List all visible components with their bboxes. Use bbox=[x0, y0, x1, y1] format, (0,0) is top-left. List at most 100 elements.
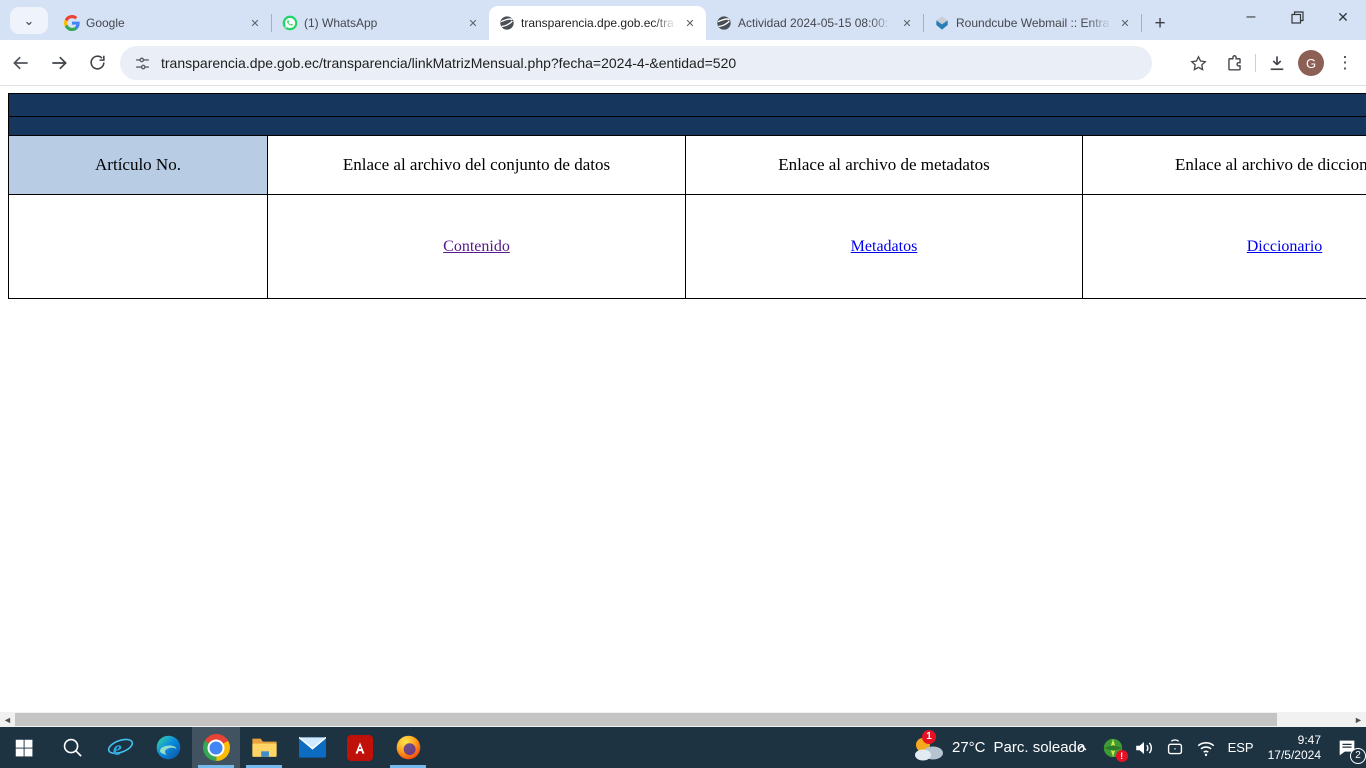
site-info-icon bbox=[134, 55, 151, 72]
tab-whatsapp[interactable]: (1) WhatsApp ✕ bbox=[272, 6, 489, 40]
browser-tab-strip: ⌄ Google ✕ (1) Whats bbox=[0, 0, 1366, 40]
forward-button[interactable] bbox=[42, 46, 76, 80]
new-tab-button[interactable]: + bbox=[1146, 10, 1174, 38]
cell-metadatos: Metadatos bbox=[686, 195, 1083, 299]
taskbar-weather[interactable]: 1 27°C Parc. soleado bbox=[912, 727, 1085, 768]
address-bar[interactable]: transparencia.dpe.gob.ec/transparencia/l… bbox=[120, 46, 1152, 80]
weather-icon: 1 bbox=[912, 733, 944, 763]
close-window-button[interactable]: ✕ bbox=[1320, 0, 1366, 34]
profile-avatar[interactable]: G bbox=[1298, 50, 1324, 76]
tray-expand-button[interactable] bbox=[1070, 736, 1094, 760]
header-diccionario: Enlace al archivo de diccionario bbox=[1083, 136, 1366, 195]
tab-close-icon[interactable]: ✕ bbox=[682, 15, 698, 31]
edge-icon bbox=[155, 734, 182, 761]
wifi-icon bbox=[1195, 737, 1217, 759]
volume-button[interactable] bbox=[1132, 736, 1156, 760]
tab-title: Roundcube Webmail :: Entra bbox=[956, 16, 1111, 30]
weather-alert-badge: 1 bbox=[922, 730, 936, 744]
tab-search-button[interactable]: ⌄ bbox=[10, 7, 48, 34]
action-center-button[interactable]: 2 bbox=[1332, 734, 1362, 762]
tab-title: Actividad 2024-05-15 08:00: bbox=[738, 16, 893, 30]
tab-actividad[interactable]: Actividad 2024-05-15 08:00: ✕ bbox=[706, 6, 923, 40]
taskbar-search-button[interactable] bbox=[48, 727, 96, 768]
scroll-left-arrow[interactable]: ◄ bbox=[0, 712, 15, 727]
chrome-button[interactable] bbox=[192, 727, 240, 768]
puzzle-icon bbox=[1225, 54, 1244, 73]
download-icon bbox=[1267, 53, 1287, 73]
table-title-bar-bottom bbox=[9, 117, 1366, 136]
scroll-right-arrow[interactable]: ► bbox=[1351, 712, 1366, 727]
internet-explorer-button[interactable]: e bbox=[96, 727, 144, 768]
google-favicon bbox=[64, 15, 80, 31]
header-metadatos: Enlace al archivo de metadatos bbox=[686, 136, 1083, 195]
bookmark-star-button[interactable] bbox=[1183, 48, 1213, 78]
toolbar-actions: G ⋮ bbox=[1183, 46, 1360, 80]
wifi-button[interactable] bbox=[1194, 736, 1218, 760]
horizontal-scrollbar[interactable]: ◄ ► bbox=[0, 712, 1366, 727]
clock-date: 17/5/2024 bbox=[1268, 748, 1321, 763]
reload-icon bbox=[88, 53, 107, 72]
tab-title: (1) WhatsApp bbox=[304, 16, 459, 30]
display-icon bbox=[1164, 737, 1186, 759]
whatsapp-favicon bbox=[282, 15, 298, 31]
tab-separator bbox=[1141, 14, 1142, 32]
svg-text:e: e bbox=[112, 738, 121, 760]
language-indicator[interactable]: ESP bbox=[1225, 740, 1257, 755]
transparency-table: Artículo No. Enlace al archivo del conju… bbox=[8, 93, 1366, 299]
tab-roundcube[interactable]: Roundcube Webmail :: Entra ✕ bbox=[924, 6, 1141, 40]
firefox-icon bbox=[395, 734, 422, 761]
tab-title: Google bbox=[86, 16, 241, 30]
chevron-down-icon: ⌄ bbox=[24, 13, 35, 29]
minimize-button[interactable]: – bbox=[1228, 0, 1274, 34]
acrobat-button[interactable] bbox=[336, 727, 384, 768]
system-tray: ! ESP 9:47 17/5/2024 2 bbox=[1070, 727, 1362, 768]
browser-menu-button[interactable]: ⋮ bbox=[1330, 48, 1360, 78]
downloads-button[interactable] bbox=[1262, 48, 1292, 78]
forward-icon bbox=[49, 53, 69, 73]
metadatos-link[interactable]: Metadatos bbox=[851, 238, 918, 255]
firefox-button[interactable] bbox=[384, 727, 432, 768]
tab-close-icon[interactable]: ✕ bbox=[1117, 15, 1133, 31]
scrollbar-thumb[interactable] bbox=[15, 713, 1277, 726]
file-explorer-icon bbox=[251, 737, 278, 759]
back-icon bbox=[11, 53, 31, 73]
table-title-bar-top bbox=[9, 94, 1366, 117]
globe-favicon bbox=[499, 15, 515, 31]
contenido-link[interactable]: Contenido bbox=[443, 238, 510, 255]
extensions-button[interactable] bbox=[1219, 48, 1249, 78]
toolbar-separator bbox=[1255, 54, 1256, 72]
restore-icon bbox=[1291, 11, 1304, 24]
chevron-up-icon bbox=[1074, 740, 1090, 756]
roundcube-favicon bbox=[934, 15, 950, 31]
desktop-screen: ⌄ Google ✕ (1) Whats bbox=[0, 0, 1366, 768]
browser-toolbar: transparencia.dpe.gob.ec/transparencia/l… bbox=[0, 40, 1366, 86]
clock-time: 9:47 bbox=[1268, 733, 1321, 748]
start-button[interactable] bbox=[0, 727, 48, 768]
windows-logo-icon bbox=[13, 737, 35, 759]
cell-contenido: Contenido bbox=[268, 195, 686, 299]
taskbar-clock[interactable]: 9:47 17/5/2024 bbox=[1264, 733, 1325, 763]
tab-transparencia-active[interactable]: transparencia.dpe.gob.ec/tra ✕ bbox=[489, 6, 706, 40]
header-articulo: Artículo No. bbox=[9, 136, 268, 195]
tab-google[interactable]: Google ✕ bbox=[54, 6, 271, 40]
header-conjunto-datos: Enlace al archivo del conjunto de datos bbox=[268, 136, 686, 195]
reload-button[interactable] bbox=[80, 46, 114, 80]
tab-close-icon[interactable]: ✕ bbox=[899, 15, 915, 31]
notification-count-badge: 2 bbox=[1350, 748, 1366, 764]
diccionario-link[interactable]: Diccionario bbox=[1247, 238, 1323, 255]
edge-button[interactable] bbox=[144, 727, 192, 768]
chrome-icon bbox=[203, 734, 230, 761]
cell-articulo bbox=[9, 195, 268, 299]
mail-button[interactable] bbox=[288, 727, 336, 768]
tab-close-icon[interactable]: ✕ bbox=[465, 15, 481, 31]
speaker-icon bbox=[1133, 737, 1155, 759]
display-rotation-button[interactable] bbox=[1163, 736, 1187, 760]
restore-button[interactable] bbox=[1274, 0, 1320, 34]
acrobat-reader-icon bbox=[347, 735, 373, 761]
mail-icon bbox=[299, 737, 326, 758]
back-button[interactable] bbox=[4, 46, 38, 80]
antivirus-tray-button[interactable]: ! bbox=[1101, 736, 1125, 760]
tab-close-icon[interactable]: ✕ bbox=[247, 15, 263, 31]
windows-taskbar: e bbox=[0, 727, 1366, 768]
file-explorer-button[interactable] bbox=[240, 727, 288, 768]
